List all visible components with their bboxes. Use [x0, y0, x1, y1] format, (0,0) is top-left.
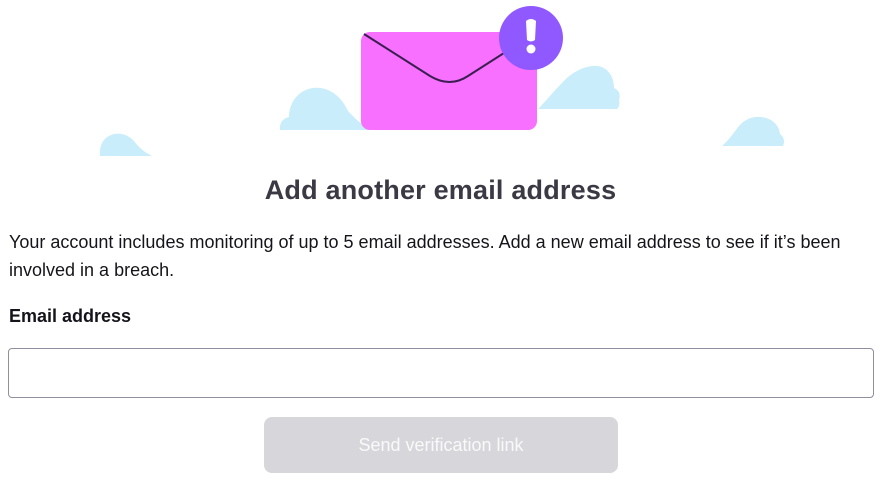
- dialog-description: Your account includes monitoring of up t…: [9, 232, 841, 280]
- cloud-icon: [722, 116, 784, 146]
- cloud-icon: [279, 87, 370, 130]
- dialog-title: Add another email address: [264, 175, 617, 205]
- send-verification-link-button[interactable]: Send verification link: [264, 417, 618, 473]
- cloud-icon: [99, 133, 152, 156]
- cloud-icon: [538, 65, 620, 109]
- email-illustration: [0, 0, 881, 165]
- email-field-label: Email address: [9, 306, 132, 326]
- alert-badge-icon: [499, 6, 563, 70]
- email-field[interactable]: [8, 348, 874, 398]
